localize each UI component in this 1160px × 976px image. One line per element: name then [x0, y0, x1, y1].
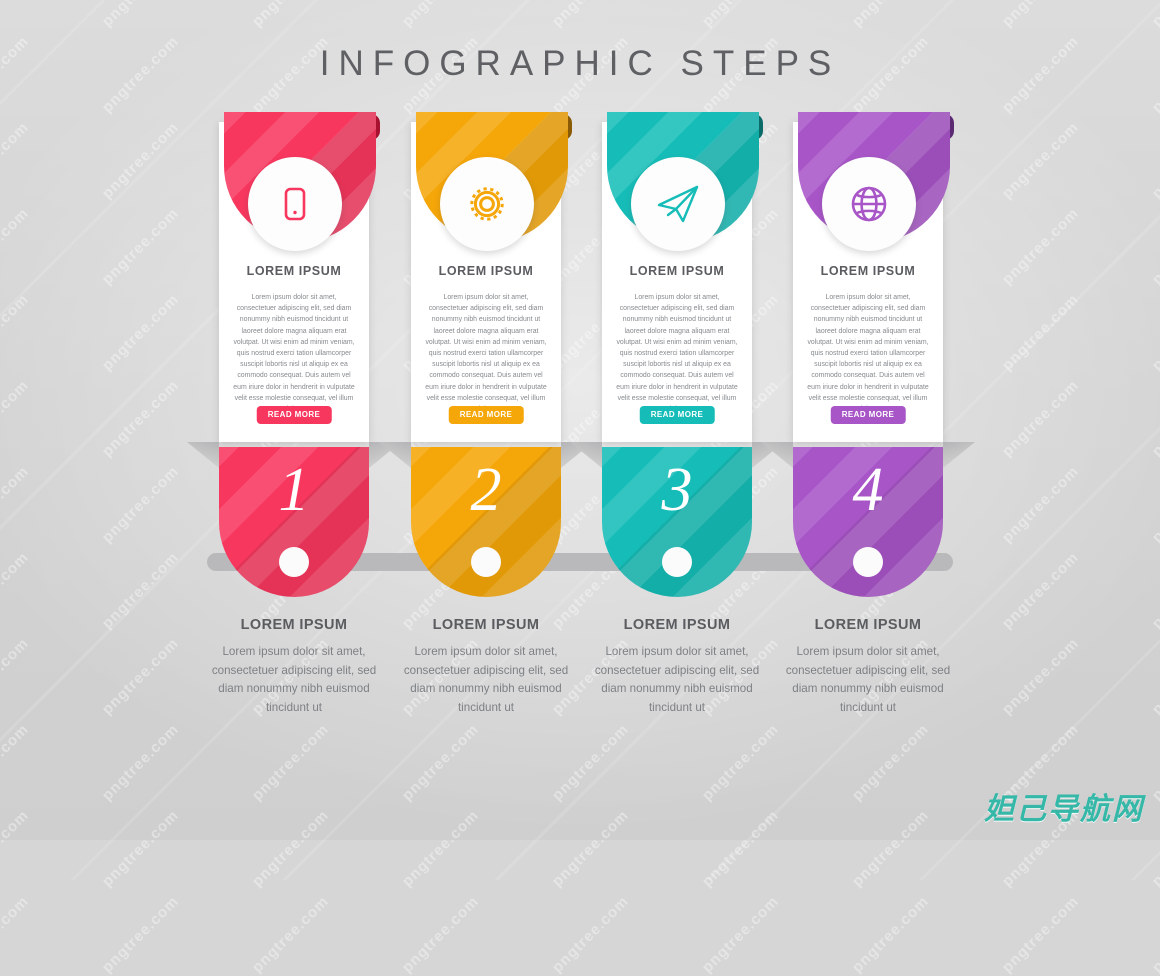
background-watermark-text: pngtree.com — [998, 892, 1083, 976]
step-number: 1 — [278, 456, 310, 524]
step-card[interactable]: LOREM IPSUM Lorem ipsum dolor sit amet, … — [793, 112, 954, 442]
background-watermark-text: pngtree.com — [0, 892, 33, 976]
card-heading: LOREM IPSUM — [246, 264, 342, 278]
icon-disc — [822, 157, 916, 251]
background-watermark-text: pngtree.com — [848, 892, 933, 976]
card-fold-shadow-right — [943, 442, 975, 468]
step-number-tab[interactable]: 2 — [411, 447, 561, 597]
card-heading: LOREM IPSUM — [629, 264, 725, 278]
icon-disc — [631, 157, 725, 251]
background-watermark-text: pngtree.com — [98, 892, 183, 976]
card-fold-shadow-left — [187, 442, 219, 468]
card-body-text: Lorem ipsum dolor sit amet, consectetuer… — [425, 294, 547, 413]
footer-body-text: Lorem ipsum dolor sit amet, consectetuer… — [211, 645, 377, 714]
background-watermark-text: pngtree.com — [548, 892, 633, 976]
step-number-tab[interactable]: 1 — [219, 447, 369, 597]
brand-watermark: 妲己导航网 — [984, 792, 1144, 827]
footer-body-text: Lorem ipsum dolor sit amet, consectetuer… — [785, 645, 951, 714]
step-number: 3 — [661, 456, 693, 524]
card-fold-shadow-left — [570, 442, 602, 468]
card-fold-shadow-left — [761, 442, 793, 468]
smartphone-icon — [272, 181, 318, 227]
icon-disc — [440, 157, 534, 251]
step-number-tab[interactable]: 4 — [793, 447, 943, 597]
paper-plane-icon — [653, 179, 703, 229]
card-body-text: Lorem ipsum dolor sit amet, consectetuer… — [807, 294, 929, 413]
card-heading: LOREM IPSUM — [438, 264, 534, 278]
footer-heading: LOREM IPSUM — [814, 617, 922, 633]
gear-icon — [462, 179, 512, 229]
card-heading: LOREM IPSUM — [820, 264, 916, 278]
card-body-text: Lorem ipsum dolor sit amet, consectetuer… — [616, 294, 738, 413]
card-fold-shadow-left — [379, 442, 411, 468]
background-watermark-text: pngtree.com — [698, 892, 783, 976]
step-4: LOREM IPSUM Lorem ipsum dolor sit amet, … — [738, 0, 998, 840]
step-number-tab[interactable]: 3 — [602, 447, 752, 597]
step-marker-dot — [662, 547, 692, 577]
background-watermark-text: pngtree.com — [1148, 892, 1160, 976]
globe-icon — [845, 180, 893, 228]
step-number: 4 — [852, 456, 884, 524]
read-more-button[interactable]: READ MORE — [830, 406, 906, 424]
read-more-button[interactable]: READ MORE — [448, 406, 524, 424]
step-number: 2 — [470, 456, 502, 524]
steps-stage: LOREM IPSUM Lorem ipsum dolor sit amet, … — [0, 0, 1160, 840]
step-marker-dot — [853, 547, 883, 577]
card-body-text: Lorem ipsum dolor sit amet, consectetuer… — [233, 294, 355, 413]
step-card[interactable]: LOREM IPSUM Lorem ipsum dolor sit amet, … — [219, 112, 380, 442]
step-card[interactable]: LOREM IPSUM Lorem ipsum dolor sit amet, … — [602, 112, 763, 442]
background-watermark-text: pngtree.com — [398, 892, 483, 976]
step-marker-dot — [279, 547, 309, 577]
icon-disc — [248, 157, 342, 251]
step-marker-dot — [471, 547, 501, 577]
background-watermark-text: pngtree.com — [248, 892, 333, 976]
step-card[interactable]: LOREM IPSUM Lorem ipsum dolor sit amet, … — [411, 112, 572, 442]
read-more-button[interactable]: READ MORE — [639, 406, 715, 424]
read-more-button[interactable]: READ MORE — [256, 406, 332, 424]
